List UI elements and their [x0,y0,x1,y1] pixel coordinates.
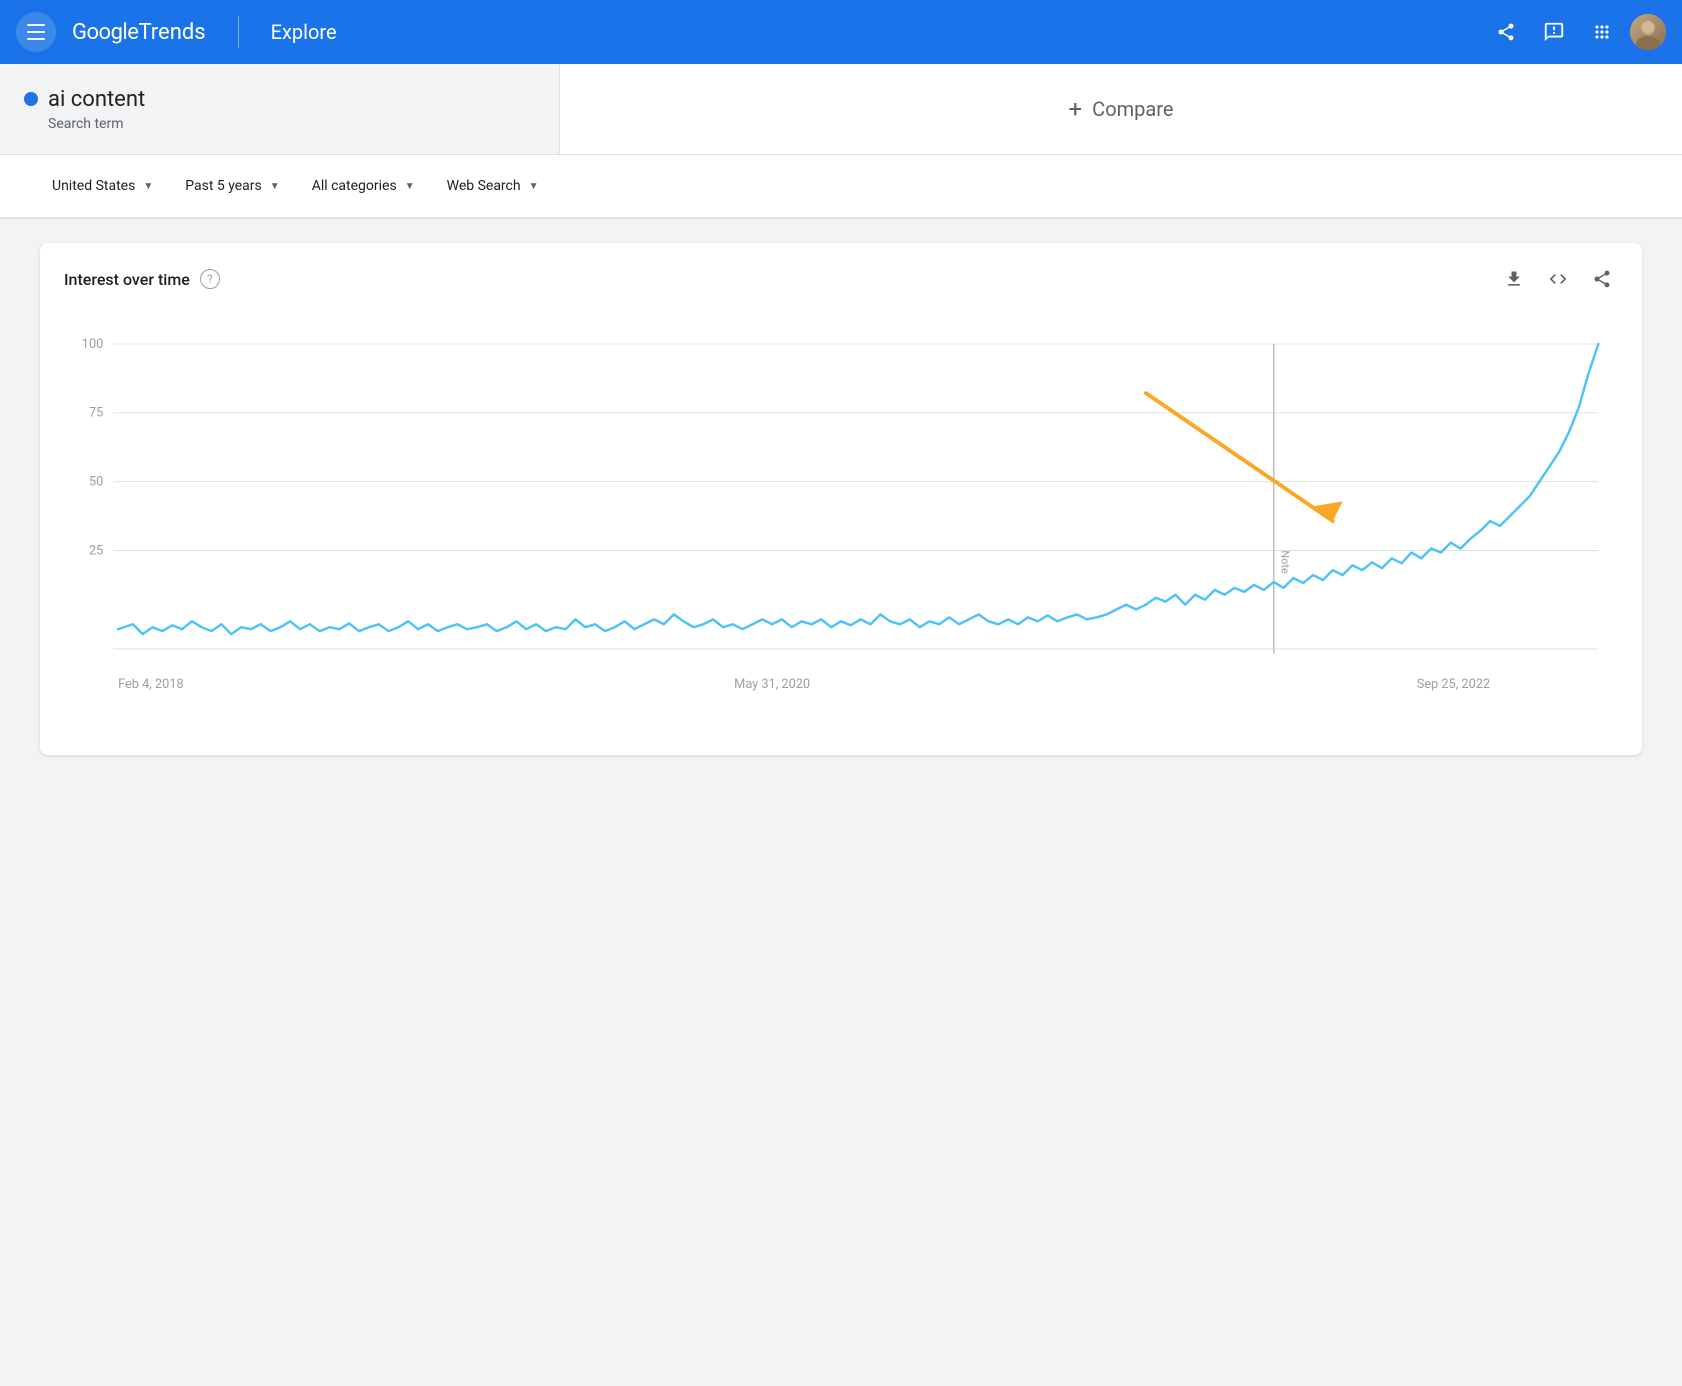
logo: Google Trends [72,20,206,45]
compare-plus-icon: + [1069,95,1083,123]
explore-label: Explore [271,20,1470,44]
search-term-type-label: Search term [24,116,535,132]
search-area: ai content Search term + Compare [0,64,1682,155]
help-button[interactable]: ? [200,269,220,289]
main-content: Interest over time ? [0,219,1682,779]
avatar-silhouette [1630,14,1666,50]
search-dot-indicator [24,92,38,106]
svg-text:Feb 4, 2018: Feb 4, 2018 [118,677,184,692]
logo-trends-text: Trends [138,20,205,45]
location-filter[interactable]: United States ▼ [40,170,165,202]
search-term-box[interactable]: ai content Search term [0,64,560,154]
compare-button[interactable]: + Compare [1069,95,1174,123]
time-filter-label: Past 5 years [185,178,262,194]
app-header: Google Trends Explore [0,0,1682,64]
category-filter[interactable]: All categories ▼ [300,170,427,202]
filters-row: United States ▼ Past 5 years ▼ All categ… [0,155,1682,219]
svg-text:Note: Note [1279,551,1292,574]
search-type-chevron-icon: ▼ [529,181,539,192]
chart-card: Interest over time ? [40,243,1642,755]
interest-chart: 100 75 50 25 Note Feb 4, 2018 May 31, 20… [64,311,1618,731]
category-filter-label: All categories [312,178,397,194]
apps-button[interactable] [1582,12,1622,52]
compare-label: Compare [1092,97,1173,121]
svg-text:Sep 25, 2022: Sep 25, 2022 [1417,677,1490,692]
avatar-image [1630,14,1666,50]
logo-google-text: Google [72,20,138,45]
svg-text:May 31, 2020: May 31, 2020 [734,677,810,692]
menu-button[interactable] [16,12,56,52]
header-actions [1486,12,1666,52]
search-term-value: ai content [48,87,145,112]
download-button[interactable] [1498,263,1530,295]
chart-svg-wrap: 100 75 50 25 Note Feb 4, 2018 May 31, 20… [64,311,1618,731]
download-icon [1504,269,1524,289]
help-icon-label: ? [207,272,213,286]
chart-share-icon [1592,269,1612,289]
chart-header: Interest over time ? [40,243,1642,311]
search-row: ai content Search term + Compare [0,64,1682,154]
chart-title: Interest over time [64,270,190,289]
hamburger-icon [27,24,45,40]
search-term-header: ai content [24,87,535,112]
feedback-button[interactable] [1534,12,1574,52]
compare-box[interactable]: + Compare [560,64,1682,154]
user-avatar[interactable] [1630,14,1666,50]
category-chevron-icon: ▼ [405,181,415,192]
time-filter[interactable]: Past 5 years ▼ [173,170,291,202]
feedback-icon [1543,21,1565,43]
chart-share-button[interactable] [1586,263,1618,295]
search-type-filter[interactable]: Web Search ▼ [435,170,551,202]
apps-icon [1592,22,1612,42]
header-divider [238,16,239,48]
time-chevron-icon: ▼ [270,181,280,192]
location-filter-label: United States [52,178,135,194]
svg-text:75: 75 [89,406,103,421]
chart-title-area: Interest over time ? [64,269,220,289]
share-button[interactable] [1486,12,1526,52]
svg-text:50: 50 [89,475,103,490]
chart-container: 100 75 50 25 Note Feb 4, 2018 May 31, 20… [40,311,1642,755]
embed-icon [1548,269,1568,289]
location-chevron-icon: ▼ [143,181,153,192]
svg-text:100: 100 [82,337,104,352]
embed-button[interactable] [1542,263,1574,295]
share-icon [1496,22,1516,42]
search-type-filter-label: Web Search [447,178,521,194]
chart-actions [1498,263,1618,295]
svg-text:25: 25 [89,543,103,558]
